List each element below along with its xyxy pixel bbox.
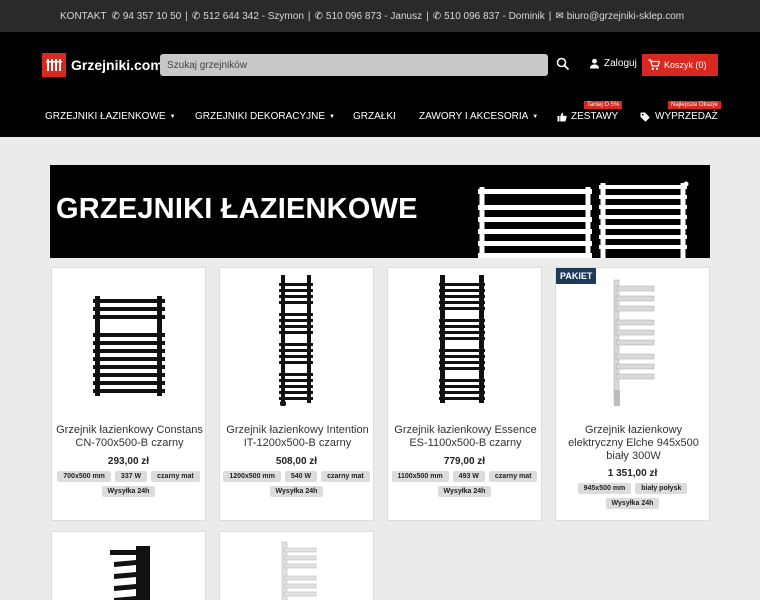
thumbs-up-icon — [557, 112, 567, 121]
separator: | — [548, 10, 552, 22]
product-price: 293,00 zł — [107, 456, 150, 467]
nav-item-zestawy[interactable]: ZESTAWY — [557, 111, 618, 122]
product-price: 779,00 zł — [443, 456, 486, 467]
category-banner: GRZEJNIKI ŁAZIENKOWE — [50, 165, 710, 258]
product-card[interactable]: Grzejnik łazienkowy Constans CN-700x500-… — [51, 267, 206, 521]
nav-badge-wyprzedaz: Najlepsze Okazje — [668, 101, 721, 109]
nav-item-wyprzedaz[interactable]: WYPRZEDAŻ — [640, 111, 718, 122]
product-name[interactable]: Grzejnik łazienkowy Essence ES-1100x500-… — [390, 424, 541, 450]
nav-item-grzejniki-lazienkowe[interactable]: GRZEJNIKI ŁAZIENKOWE ▼ — [45, 111, 176, 122]
nav-label: GRZEJNIKI ŁAZIENKOWE — [45, 111, 166, 122]
product-card[interactable] — [219, 531, 374, 600]
product-image — [613, 279, 655, 406]
tag-size: 1200x500 mm — [223, 471, 281, 482]
phone-icon: ✆ — [432, 10, 442, 22]
tag-shipping: Wysyłka 24h — [437, 486, 492, 497]
phone-text: 510 096 873 - Janusz — [325, 10, 423, 22]
logo-mark-icon — [42, 53, 66, 77]
contact-label: KONTAKT — [60, 10, 107, 22]
product-tags: 1200x500 mm 540 W czarny mat Wysyłka 24h — [220, 471, 373, 497]
tag-shipping: Wysyłka 24h — [605, 498, 660, 509]
phone-link-3[interactable]: ✆ 510 096 873 - Janusz — [315, 11, 423, 22]
site-logo[interactable]: Grzejniki.com — [42, 53, 163, 77]
phone-icon: ✆ — [314, 10, 323, 22]
product-image — [93, 296, 165, 396]
phone-icon: ✆ — [191, 10, 201, 22]
tag-color: czarny mat — [321, 471, 370, 482]
product-price: 508,00 zł — [275, 456, 318, 467]
tag-size: 945x500 mm — [577, 483, 632, 494]
nav-label: WYPRZEDAŻ — [655, 111, 718, 122]
product-image — [110, 546, 150, 600]
tag-power: 493 W — [452, 471, 485, 482]
login-link[interactable]: Zaloguj — [589, 58, 637, 69]
cart-label: Koszyk (0) — [664, 60, 707, 70]
phone-link-4[interactable]: ✆ 510 096 837 - Dominik — [433, 11, 545, 22]
login-label: Zaloguj — [604, 58, 637, 69]
mail-icon: ✉ — [555, 10, 564, 22]
separator: | — [185, 10, 188, 22]
tag-size: 700x500 mm — [57, 471, 111, 482]
phone-text: 512 644 342 - Szymon — [203, 10, 304, 22]
tag-size: 1100x500 mm — [391, 471, 449, 482]
nav-label: GRZEJNIKI DEKORACYJNE — [195, 111, 326, 122]
product-image — [279, 275, 313, 406]
tag-icon — [640, 112, 650, 122]
product-name[interactable]: Grzejnik łazienkowy Constans CN-700x500-… — [54, 424, 205, 450]
caret-down-icon: ▼ — [532, 113, 539, 120]
nav-label: ZAWORY I AKCESORIA — [419, 111, 529, 122]
nav-item-grzejniki-dekoracyjne[interactable]: GRZEJNIKI DEKORACYJNE ▼ — [195, 111, 335, 122]
tag-color: czarny mat — [151, 471, 200, 482]
pakiet-badge: PAKIET — [556, 268, 597, 284]
caret-down-icon: ▼ — [169, 113, 176, 120]
tag-color: czarny mat — [488, 471, 538, 482]
phone-text: 94 357 10 50 — [122, 10, 182, 22]
search-icon[interactable] — [556, 57, 570, 71]
nav-item-grzalki[interactable]: GRZAŁKI — [353, 111, 396, 122]
tag-power: 540 W — [284, 471, 318, 482]
nav-item-zawory[interactable]: ZAWORY I AKCESORIA ▼ — [419, 111, 538, 122]
phone-link-1[interactable]: ✆ 94 357 10 50 — [111, 11, 181, 22]
search-input[interactable] — [160, 54, 548, 76]
product-image — [439, 275, 485, 403]
product-tags: 945x500 mm biały połysk Wysyłka 24h — [556, 483, 709, 509]
product-name[interactable]: Grzejnik łazienkowy Intention IT-1200x50… — [222, 424, 373, 450]
nav-label: GRZAŁKI — [353, 111, 396, 122]
nav-badge-zestawy: Taniej O 5% — [584, 101, 623, 109]
logo-text: Grzejniki.com — [71, 57, 163, 73]
main-nav: GRZEJNIKI ŁAZIENKOWE ▼ GRZEJNIKI DEKORACY… — [0, 96, 760, 137]
separator: | — [426, 10, 429, 22]
product-name[interactable]: Grzejnik łazienkowy elektryczny Elche 94… — [558, 424, 709, 463]
search-box — [160, 54, 548, 76]
separator: | — [307, 10, 311, 22]
phone-text: 510 096 837 - Dominik — [444, 10, 545, 22]
product-card[interactable] — [51, 531, 206, 600]
nav-label: ZESTAWY — [571, 111, 619, 122]
product-card[interactable]: Grzejnik łazienkowy Essence ES-1100x500-… — [387, 267, 542, 521]
caret-down-icon: ▼ — [329, 113, 335, 120]
product-tags: 700x500 mm 337 W czarny mat Wysyłka 24h — [52, 471, 205, 497]
phone-link-2[interactable]: ✆ 512 644 342 - Szymon — [192, 11, 304, 22]
tag-shipping: Wysyłka 24h — [269, 486, 324, 497]
banner-title: GRZEJNIKI ŁAZIENKOWE — [56, 193, 418, 225]
phone-icon: ✆ — [111, 10, 120, 22]
email-text: biuro@grzejniki-sklep.com — [566, 10, 685, 22]
product-image — [281, 541, 317, 600]
product-card[interactable]: Grzejnik łazienkowy Intention IT-1200x50… — [219, 267, 374, 521]
tag-power: 337 W — [114, 471, 148, 482]
cart-button[interactable]: Koszyk (0) — [642, 54, 718, 76]
product-price: 1 351,00 zł — [607, 468, 658, 479]
tag-shipping: Wysyłka 24h — [101, 486, 156, 497]
contact-bar: KONTAKT ✆ 94 357 10 50 | ✆ 512 644 342 - S… — [0, 0, 760, 32]
product-tags: 1100x500 mm 493 W czarny mat Wysyłka 24h — [388, 471, 541, 497]
tag-color: biały połysk — [635, 483, 688, 494]
email-link[interactable]: ✉ biuro@grzejniki-sklep.com — [555, 11, 684, 22]
cart-icon — [648, 59, 660, 70]
user-icon — [589, 58, 600, 69]
product-card[interactable]: PAKIET Grzejnik łazienkowy elektryczny E… — [555, 267, 710, 521]
